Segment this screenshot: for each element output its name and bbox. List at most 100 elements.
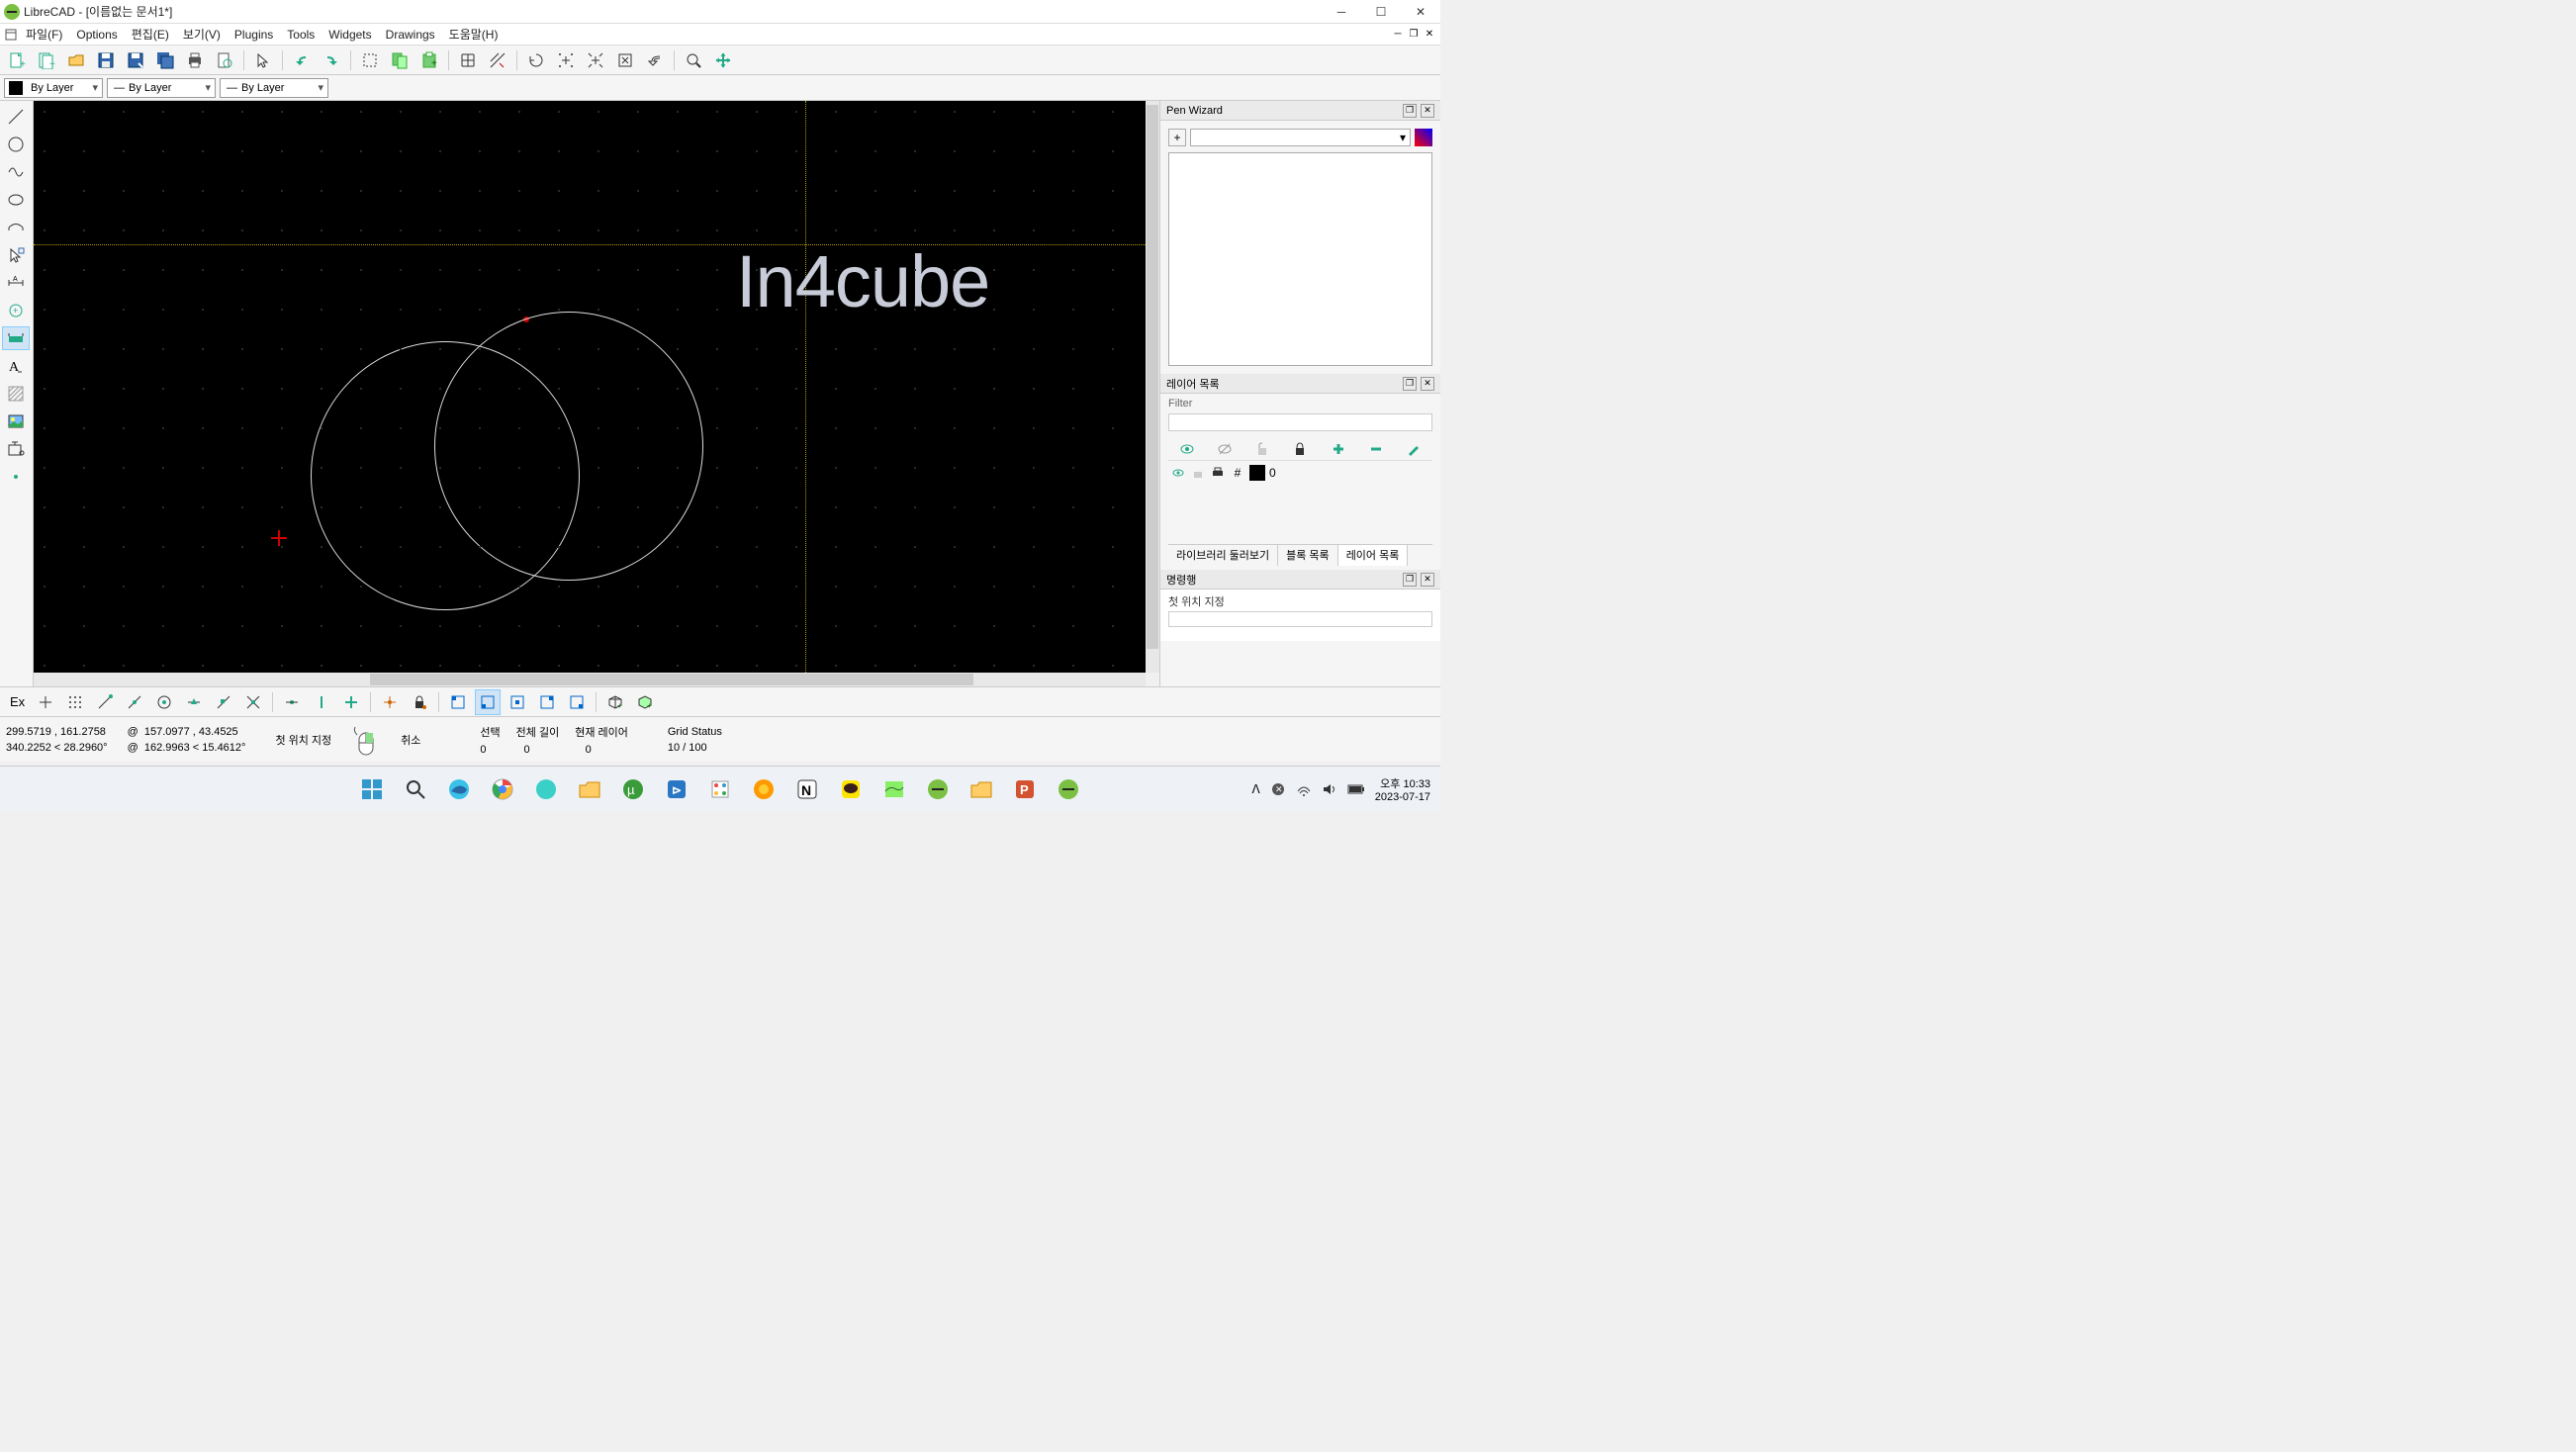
mdi-restore-button[interactable]: ❐ — [1407, 28, 1421, 42]
app-icon-5[interactable] — [875, 771, 913, 808]
snap-intersection-button[interactable] — [240, 689, 266, 715]
utorrent-app-icon[interactable]: µ — [614, 771, 652, 808]
app-icon-4[interactable] — [745, 771, 782, 808]
zoom-out-button[interactable] — [583, 47, 608, 73]
draft-mode-button[interactable] — [485, 47, 510, 73]
isometric-right-button[interactable]: + — [632, 689, 658, 715]
layer-visible-icon[interactable] — [1170, 465, 1186, 481]
dimension-tool[interactable]: A — [2, 271, 30, 295]
tab-block-list[interactable]: 블록 목록 — [1278, 545, 1338, 566]
layer-show-all-icon[interactable] — [1177, 439, 1197, 459]
explorer2-app-icon[interactable] — [963, 771, 1000, 808]
tray-chevron-icon[interactable]: ᐱ — [1252, 782, 1260, 796]
zoom-pan-button[interactable] — [710, 47, 736, 73]
restrict-horizontal-button[interactable] — [309, 689, 334, 715]
layer-lock-icon[interactable] — [1190, 465, 1206, 481]
isometric-left-button[interactable]: + — [602, 689, 628, 715]
open-button[interactable] — [63, 47, 89, 73]
tray-battery-icon[interactable] — [1347, 783, 1365, 795]
snap-middle-button[interactable] — [181, 689, 207, 715]
mdi-close-button[interactable]: ✕ — [1423, 28, 1436, 42]
snap-free-button[interactable] — [33, 689, 58, 715]
command-input[interactable] — [1168, 611, 1432, 627]
ucs-4-button[interactable] — [534, 689, 560, 715]
search-button[interactable] — [397, 771, 434, 808]
layer-construction-icon[interactable]: # — [1230, 465, 1245, 481]
layer-add-icon[interactable] — [1329, 439, 1348, 459]
menu-view[interactable]: 보기(V) — [177, 24, 227, 45]
menu-widgets[interactable]: Widgets — [322, 26, 377, 44]
tray-onedrive-icon[interactable]: ✕ — [1270, 781, 1286, 797]
edge-app-icon[interactable] — [440, 771, 478, 808]
snap-center-button[interactable] — [151, 689, 177, 715]
grid-toggle-button[interactable] — [455, 47, 481, 73]
command-float-button[interactable]: ❐ — [1403, 573, 1417, 587]
app-icon-1[interactable] — [527, 771, 565, 808]
cut-button[interactable] — [357, 47, 383, 73]
menu-drawings[interactable]: Drawings — [380, 26, 441, 44]
menu-edit[interactable]: 편집(E) — [126, 24, 175, 45]
snap-on-entity-button[interactable] — [122, 689, 147, 715]
new-from-template-button[interactable]: + — [34, 47, 59, 73]
layers-filter-input[interactable] — [1168, 413, 1432, 431]
image-tool[interactable] — [2, 409, 30, 433]
zoom-in-button[interactable] — [553, 47, 579, 73]
pen-wizard-list[interactable] — [1168, 152, 1432, 366]
app-icon-2[interactable]: ⊳ — [658, 771, 695, 808]
app-icon-3[interactable] — [701, 771, 739, 808]
polyline-tool[interactable] — [2, 216, 30, 239]
pen-wizard-close-button[interactable]: ✕ — [1421, 104, 1434, 118]
undo-button[interactable] — [289, 47, 315, 73]
save-as-button[interactable] — [123, 47, 148, 73]
point-tool[interactable] — [2, 465, 30, 489]
maximize-button[interactable]: ☐ — [1361, 0, 1401, 24]
zoom-redraw-button[interactable] — [523, 47, 549, 73]
layer-edit-icon[interactable] — [1404, 439, 1424, 459]
pen-wizard-header[interactable]: Pen Wizard ❐ ✕ — [1160, 101, 1440, 121]
menu-help[interactable]: 도움말(H) — [443, 24, 505, 45]
drawing-canvas[interactable]: In4cube — [34, 101, 1146, 673]
layer-unlock-all-icon[interactable] — [1252, 439, 1272, 459]
zoom-window-button[interactable] — [681, 47, 706, 73]
tray-volume-icon[interactable] — [1322, 781, 1337, 797]
hatch-tool[interactable] — [2, 382, 30, 406]
snap-distance-button[interactable] — [211, 689, 236, 715]
librecad-app-icon[interactable] — [919, 771, 957, 808]
lock-relative-zero-button[interactable] — [407, 689, 432, 715]
ucs-5-button[interactable] — [564, 689, 590, 715]
relative-zero-button[interactable] — [377, 689, 403, 715]
restrict-vertical-button[interactable] — [338, 689, 364, 715]
menu-tools[interactable]: Tools — [281, 26, 321, 44]
powerpoint-app-icon[interactable]: P — [1006, 771, 1044, 808]
menu-plugins[interactable]: Plugins — [229, 26, 279, 44]
selection-pointer-button[interactable] — [250, 47, 276, 73]
modify-tool[interactable]: + — [2, 299, 30, 322]
close-button[interactable]: ✕ — [1401, 0, 1440, 24]
tab-layer-list[interactable]: 레이어 목록 — [1338, 545, 1409, 566]
pen-width-select[interactable]: —By Layer▾ — [107, 78, 216, 98]
pen-wizard-float-button[interactable]: ❐ — [1403, 104, 1417, 118]
start-button[interactable] — [353, 771, 391, 808]
tab-library-browser[interactable]: 라이브러리 둘러보기 — [1168, 545, 1278, 566]
tray-clock[interactable]: 오후 10:33 2023-07-17 — [1375, 775, 1430, 803]
circle-tool[interactable] — [2, 133, 30, 156]
layer-print-icon[interactable] — [1210, 465, 1226, 481]
print-preview-button[interactable] — [212, 47, 237, 73]
block-tool[interactable] — [2, 437, 30, 461]
zoom-auto-button[interactable] — [612, 47, 638, 73]
layers-float-button[interactable]: ❐ — [1403, 377, 1417, 391]
layer-color-swatch[interactable] — [1249, 465, 1265, 481]
save-all-button[interactable] — [152, 47, 178, 73]
redo-button[interactable] — [319, 47, 344, 73]
layer-hide-all-icon[interactable] — [1215, 439, 1235, 459]
copy-button[interactable] — [387, 47, 413, 73]
ucs-2-button[interactable] — [475, 689, 501, 715]
ellipse-tool[interactable] — [2, 188, 30, 212]
kakaotalk-app-icon[interactable] — [832, 771, 870, 808]
exclusive-snap-label[interactable]: Ex — [6, 694, 29, 709]
layer-remove-icon[interactable] — [1366, 439, 1386, 459]
text-tool[interactable]: A — [2, 354, 30, 378]
menu-file[interactable]: 파일(F) — [20, 24, 68, 45]
info-tool[interactable] — [2, 326, 30, 350]
notion-app-icon[interactable]: N — [788, 771, 826, 808]
